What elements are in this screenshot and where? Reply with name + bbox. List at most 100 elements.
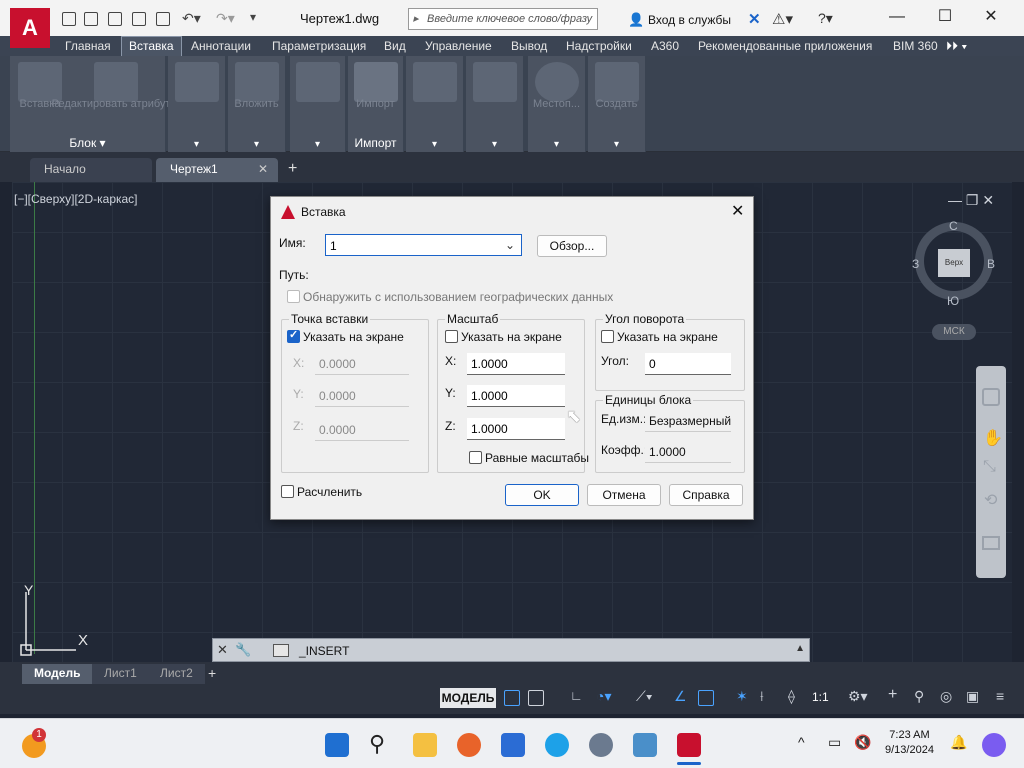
customization-menu-icon[interactable]: ≡ — [996, 688, 1004, 704]
ortho-icon[interactable]: ∟ — [570, 688, 583, 703]
clock[interactable]: 7:23 AM 9/13/2024 — [885, 728, 934, 758]
autocad-logo[interactable]: A — [10, 8, 50, 48]
panel-expand-icon[interactable]: ▾ — [406, 139, 463, 150]
add-layout-icon[interactable]: + — [208, 665, 216, 681]
workspace-gear-icon[interactable]: ⚙▾ — [848, 688, 868, 705]
search-input[interactable]: Введите ключевое слово/фразу — [408, 8, 598, 30]
showmotion-icon[interactable] — [982, 536, 1000, 550]
panel-expand-icon[interactable]: ▾ — [528, 139, 585, 150]
insert-block-icon[interactable] — [18, 62, 62, 102]
attach-icon[interactable] — [175, 62, 219, 102]
scale-on-screen-checkbox[interactable] — [445, 330, 458, 343]
angle-field[interactable]: 0 — [645, 353, 731, 375]
close-command-icon[interactable]: ✕ — [217, 642, 228, 658]
close-tab-icon[interactable]: ✕ — [258, 162, 268, 176]
maximize-button[interactable]: ☐ — [922, 8, 968, 28]
insertion-x-field[interactable]: 0.0000 — [315, 353, 409, 375]
compass-south[interactable]: Ю — [947, 294, 959, 308]
device-icon[interactable]: ▭ — [828, 734, 841, 751]
cancel-button[interactable]: Отмена — [587, 484, 661, 506]
tab-view[interactable]: Вид — [384, 36, 406, 56]
viewport-window-controls[interactable]: — ❐ ✕ — [948, 192, 994, 209]
new-tab-icon[interactable]: + — [288, 160, 297, 178]
tab-addins[interactable]: Надстройки — [566, 36, 632, 56]
command-text[interactable]: _INSERT — [299, 644, 349, 658]
object-snap-icon[interactable] — [698, 690, 714, 706]
clean-screen-icon[interactable]: ▣ — [966, 688, 979, 705]
customize-qat-icon[interactable]: ▾ — [250, 10, 256, 24]
pointcloud-icon[interactable] — [296, 62, 340, 102]
tab-start[interactable]: Начало — [30, 158, 152, 182]
command-line[interactable]: ✕ 🔧 _INSERT ▲ — [212, 638, 810, 662]
help-network-icon[interactable]: ⚠▾ — [772, 10, 793, 28]
tab-model[interactable]: Модель — [22, 664, 93, 684]
tab-manage[interactable]: Управление — [425, 36, 492, 56]
hardware-acceleration-icon[interactable]: ◎ — [940, 688, 952, 705]
steering-wheel-icon[interactable] — [982, 388, 1000, 406]
tab-bim360[interactable]: BIM 360 — [893, 36, 938, 56]
object-snap-tracking-icon[interactable]: ∠ — [674, 688, 687, 705]
panel-expand-icon[interactable]: ▾ — [588, 139, 645, 150]
copilot-icon[interactable] — [982, 733, 1006, 757]
firefox-icon[interactable] — [457, 733, 481, 757]
import-icon[interactable] — [354, 62, 398, 102]
autocad-taskbar-icon[interactable] — [677, 733, 701, 757]
edge-icon[interactable] — [545, 733, 569, 757]
insertion-on-screen-checkbox[interactable] — [287, 328, 300, 343]
panel-expand-icon[interactable]: ▾ — [168, 139, 225, 150]
block-panel-label[interactable]: Блок ▾ — [10, 136, 165, 150]
compass-east[interactable]: В — [987, 257, 995, 271]
browse-button[interactable]: Обзор... — [537, 235, 607, 257]
orbit-icon[interactable]: ⟲ — [984, 490, 997, 510]
block-name-combobox[interactable]: 1 ⌄ — [325, 234, 522, 256]
bell-icon[interactable]: 🔔 — [950, 734, 967, 751]
search-icon[interactable]: ⚲ — [369, 731, 385, 757]
wrench-icon[interactable]: 🔧 — [235, 642, 251, 658]
panel-expand-icon[interactable]: ▾ — [466, 139, 523, 150]
speaker-muted-icon[interactable]: 🔇 — [854, 734, 871, 751]
help-button[interactable]: Справка — [669, 484, 743, 506]
panel-expand-icon[interactable]: ▾ — [290, 139, 345, 150]
tab-drawing[interactable]: Чертеж1 ✕ — [156, 158, 278, 182]
explode-checkbox[interactable] — [281, 485, 294, 498]
tab-output[interactable]: Вывод — [511, 36, 547, 56]
file-explorer-icon[interactable] — [413, 733, 437, 757]
tab-home[interactable]: Главная — [65, 36, 111, 56]
chevron-up-icon[interactable]: ^ — [798, 734, 805, 750]
tab-parametric[interactable]: Параметризация — [272, 36, 366, 56]
polar-tracking-icon[interactable]: ◔▾ — [596, 688, 611, 705]
new-file-icon[interactable] — [62, 12, 76, 26]
isolate-objects-icon[interactable]: ⚲ — [914, 688, 924, 705]
uniform-scale-checkbox[interactable] — [469, 451, 482, 464]
compass-west[interactable]: З — [912, 257, 919, 271]
tab-featured-apps[interactable]: Рекомендованные приложения — [698, 36, 872, 56]
annotation-scale[interactable]: 1:1 — [812, 690, 829, 704]
viewcube-top[interactable]: Верх — [938, 249, 970, 277]
ucs-menu[interactable]: МСК — [932, 324, 976, 340]
compass-north[interactable]: С — [949, 219, 958, 233]
undo-icon[interactable]: ↶▾ — [182, 10, 201, 27]
annotation-scale-icon[interactable]: ⟠ — [788, 688, 795, 705]
rotation-on-screen-checkbox[interactable] — [601, 330, 614, 343]
plus-icon[interactable]: + — [888, 686, 897, 704]
navigation-bar[interactable]: ✋ ⤡ ⟲ — [976, 366, 1006, 578]
minimize-button[interactable]: — — [874, 8, 920, 28]
tab-a360[interactable]: A360 — [651, 36, 679, 56]
attach-file-icon[interactable] — [235, 62, 279, 102]
model-space-button[interactable]: МОДЕЛЬ — [440, 688, 496, 708]
chevron-down-icon[interactable]: ⌄ — [505, 238, 515, 252]
scale-z-field[interactable]: 1.0000 — [467, 418, 565, 440]
save-as-icon[interactable] — [132, 12, 146, 26]
tab-annotate[interactable]: Аннотации — [191, 36, 251, 56]
photos-icon[interactable] — [633, 733, 657, 757]
viewport-controls-label[interactable]: [−][Сверху][2D-каркас] — [14, 192, 138, 206]
data-icon[interactable] — [413, 62, 457, 102]
exchange-icon[interactable]: ✕ — [748, 10, 761, 28]
geo-checkbox[interactable] — [287, 290, 300, 303]
more-tabs-icon[interactable]: ⏵⏵ ▾ — [946, 36, 967, 56]
print-icon[interactable] — [156, 12, 170, 26]
insertion-y-field[interactable]: 0.0000 — [315, 385, 409, 407]
open-file-icon[interactable] — [84, 12, 98, 26]
annotation-visibility-icon[interactable]: ✶ — [736, 688, 748, 705]
sign-in-button[interactable]: Вход в службы — [648, 13, 731, 27]
